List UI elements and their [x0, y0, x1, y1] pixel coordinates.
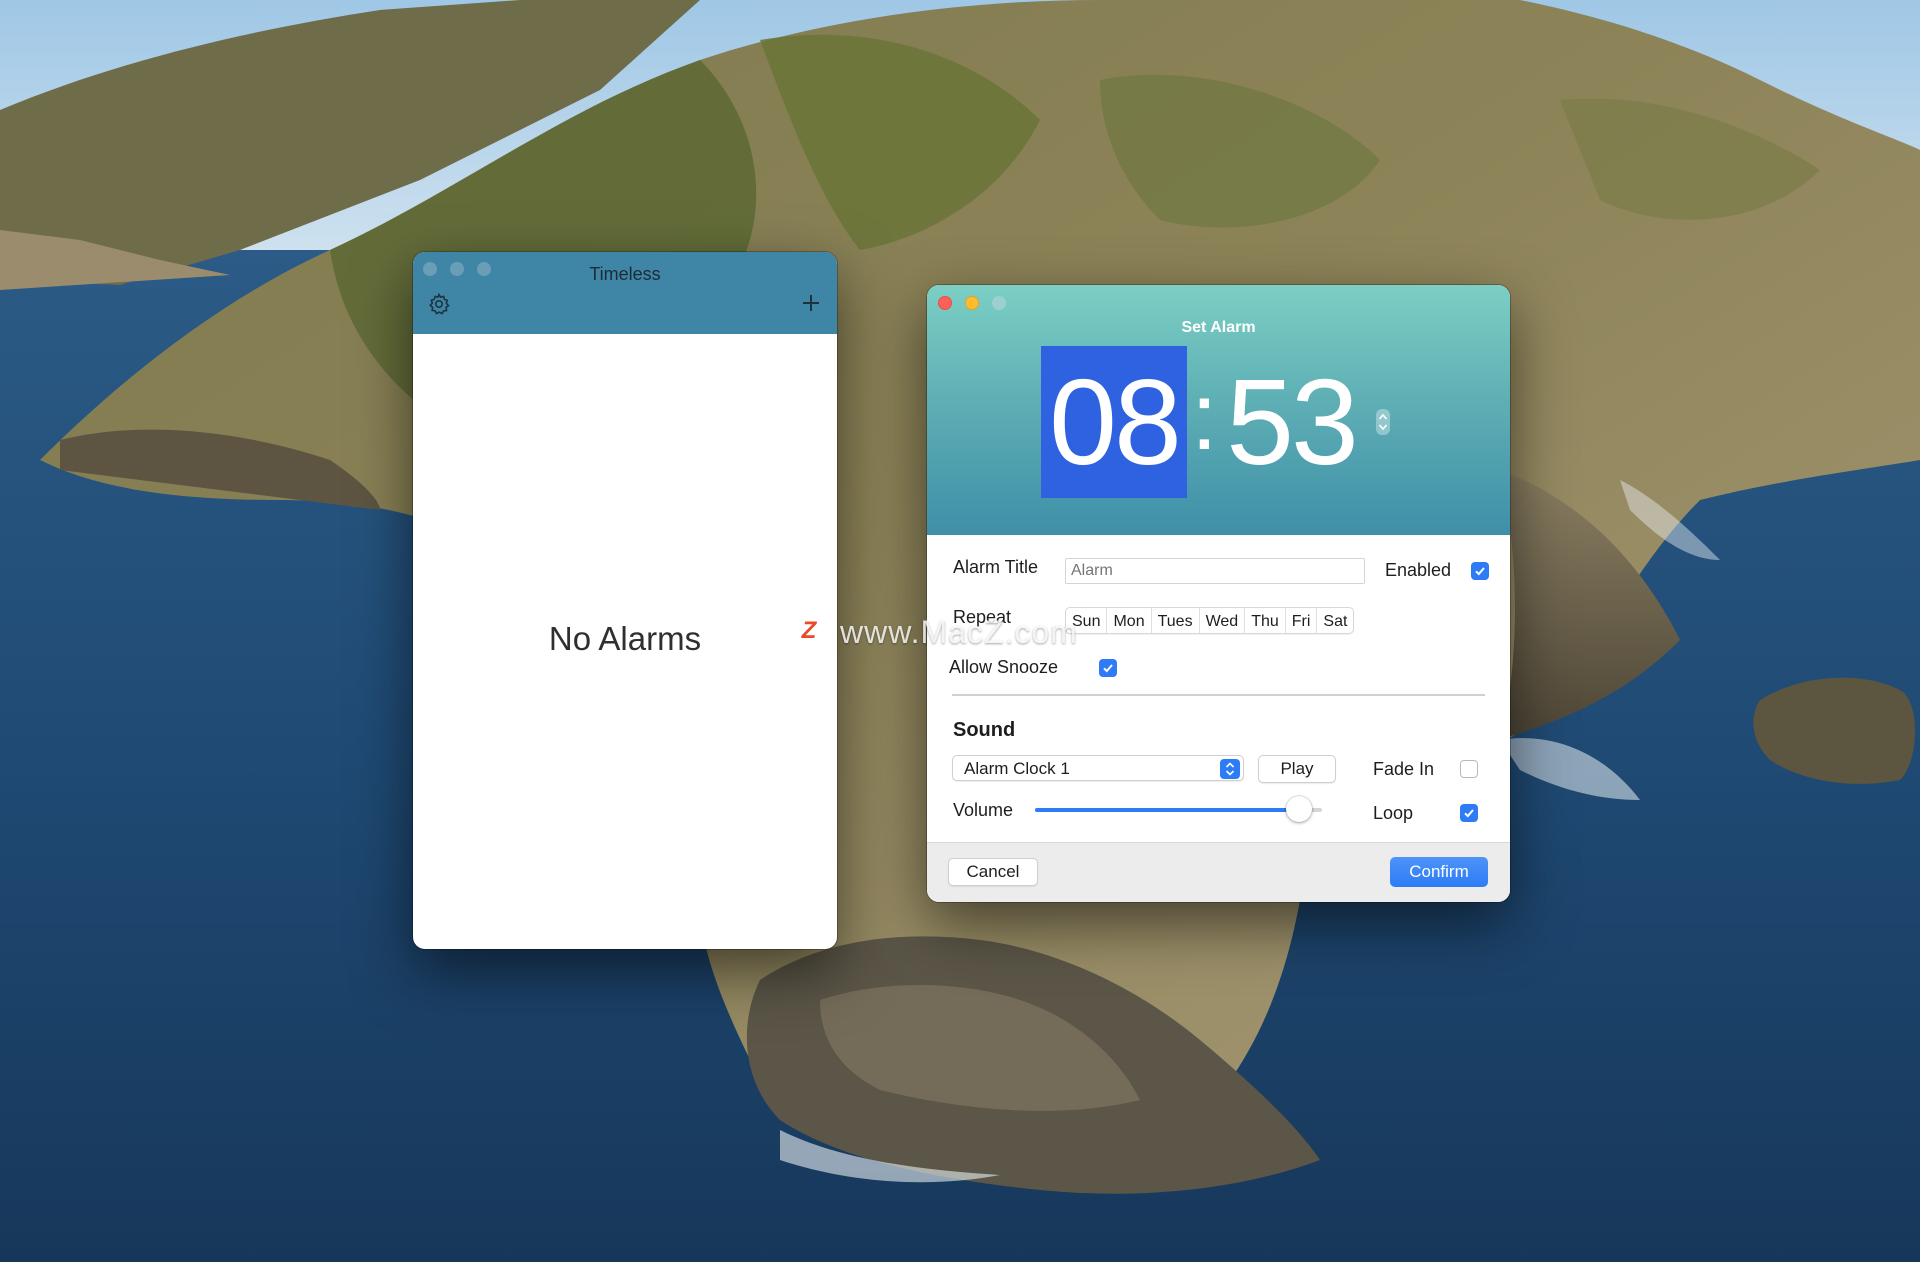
loop-label: Loop: [1373, 803, 1414, 823]
dialog-footer: Cancel Confirm: [927, 842, 1510, 902]
alarm-title-input[interactable]: [1065, 558, 1365, 584]
loop-checkbox[interactable]: [1460, 804, 1478, 822]
day-sat[interactable]: Sat: [1317, 608, 1353, 633]
stepper-arrows-icon: [1378, 413, 1388, 431]
allow-snooze-label: Allow Snooze: [949, 657, 1059, 677]
plus-icon[interactable]: [799, 291, 823, 315]
confirm-button[interactable]: Confirm: [1390, 857, 1488, 887]
watermark-text: www.MacZ.com: [840, 614, 1078, 650]
zoom-window-button[interactable]: [992, 296, 1006, 310]
watermark-logo: Z: [790, 612, 828, 650]
enabled-label: Enabled: [1385, 560, 1452, 580]
fade-in-label: Fade In: [1373, 759, 1435, 779]
window-title: Timeless: [589, 264, 661, 284]
play-button[interactable]: Play: [1258, 755, 1336, 783]
repeat-days-segmented: Sun Mon Tues Wed Thu Fri Sat: [1065, 607, 1355, 634]
alarm-header: Set Alarm 08 : 53: [927, 285, 1510, 535]
volume-label: Volume: [953, 800, 1014, 820]
allow-snooze-checkbox[interactable]: [1099, 659, 1117, 677]
day-mon[interactable]: Mon: [1107, 608, 1152, 633]
gear-icon[interactable]: [427, 292, 451, 316]
cancel-button[interactable]: Cancel: [948, 858, 1038, 886]
enabled-checkbox[interactable]: [1471, 562, 1489, 580]
checkmark-icon: [1103, 664, 1113, 673]
volume-slider-fill: [1035, 808, 1300, 812]
sound-selected: Alarm Clock 1: [964, 759, 1070, 778]
day-tues[interactable]: Tues: [1152, 608, 1200, 633]
section-divider: [952, 694, 1485, 696]
volume-slider-track[interactable]: [1035, 808, 1322, 812]
minimize-window-button[interactable]: [965, 296, 979, 310]
popup-arrows-icon: [1220, 759, 1240, 779]
close-window-button[interactable]: [938, 296, 952, 310]
time-separator: :: [1191, 363, 1218, 470]
set-alarm-window: Set Alarm 08 : 53 Alarm Title Enabled Re…: [927, 285, 1510, 902]
checkmark-icon: [1475, 567, 1485, 576]
volume-slider-knob[interactable]: [1286, 796, 1313, 822]
empty-state-message: No Alarms: [548, 620, 702, 657]
fade-in-checkbox[interactable]: [1460, 760, 1478, 778]
sound-heading: Sound: [953, 719, 1016, 741]
time-stepper[interactable]: [1376, 409, 1390, 435]
sound-popup[interactable]: Alarm Clock 1: [952, 755, 1244, 781]
minutes-field[interactable]: 53: [1217, 346, 1365, 498]
timeless-titlebar: Timeless: [413, 252, 837, 334]
day-wed[interactable]: Wed: [1200, 608, 1246, 633]
window-title: Set Alarm: [1181, 319, 1256, 336]
alarm-title-label: Alarm Title: [953, 557, 1039, 577]
day-thu[interactable]: Thu: [1245, 608, 1286, 633]
hours-field[interactable]: 08: [1041, 346, 1187, 498]
timeless-window: Timeless No Alarms: [413, 252, 837, 949]
checkmark-icon: [1464, 809, 1474, 818]
day-fri[interactable]: Fri: [1286, 608, 1318, 633]
